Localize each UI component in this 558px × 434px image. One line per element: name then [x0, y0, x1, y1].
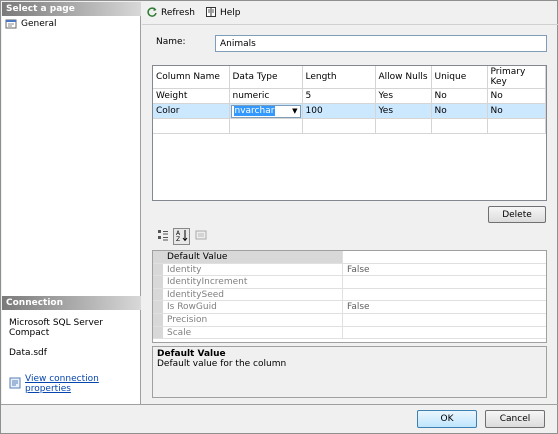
chevron-down-icon[interactable]: ▼: [292, 107, 297, 115]
property-name: IdentityIncrement: [163, 276, 343, 288]
property-category-value[interactable]: [343, 251, 546, 263]
categorized-button[interactable]: [154, 228, 171, 245]
categorized-icon: [157, 229, 169, 244]
property-grid: Default Value Identity False IdentityInc…: [152, 250, 547, 343]
cell-empty[interactable]: [153, 118, 230, 134]
cell-empty[interactable]: [302, 118, 376, 134]
alphabetical-button[interactable]: AZ: [173, 228, 190, 245]
cancel-button[interactable]: Cancel: [485, 410, 545, 428]
description-text: Default value for the column: [157, 359, 287, 369]
property-value[interactable]: False: [343, 301, 546, 313]
property-name: Scale: [163, 326, 343, 339]
property-category-name: Default Value: [163, 251, 343, 263]
row-gutter: [153, 288, 163, 301]
property-value[interactable]: [343, 289, 546, 301]
row-gutter: [153, 313, 163, 326]
refresh-label: Refresh: [161, 8, 195, 18]
view-connection-properties-link[interactable]: View connection properties: [9, 374, 140, 394]
property-row[interactable]: IdentitySeed: [153, 288, 546, 302]
toolbar-divider: [142, 24, 558, 25]
cell-column-name[interactable]: Weight: [153, 88, 230, 104]
header-allow-nulls[interactable]: Allow Nulls: [375, 66, 432, 89]
property-name: Is RowGuid: [163, 301, 343, 313]
data-type-value: nvarchar: [233, 106, 276, 116]
cell-data-type[interactable]: nvarchar ▼: [229, 103, 303, 119]
delete-button[interactable]: Delete: [488, 206, 546, 223]
header-data-type[interactable]: Data Type: [229, 66, 303, 89]
property-name: Identity: [163, 263, 343, 276]
property-row[interactable]: Identity False: [153, 263, 546, 277]
table-row[interactable]: Weight numeric 5 Yes No No: [153, 88, 546, 104]
cell-empty[interactable]: [487, 118, 546, 134]
grid-header-row: Column Name Data Type Length Allow Nulls…: [153, 66, 546, 89]
sort-az-icon: AZ: [176, 229, 188, 245]
property-name: IdentitySeed: [163, 288, 343, 301]
help-label: Help: [220, 8, 241, 18]
header-length[interactable]: Length: [302, 66, 376, 89]
cell-column-name[interactable]: Color: [153, 103, 230, 119]
property-toolbar: AZ: [154, 228, 209, 245]
cell-data-type[interactable]: numeric: [229, 88, 303, 104]
cell-empty[interactable]: [375, 118, 432, 134]
page-icon: [5, 18, 18, 29]
connection-header: Connection: [2, 296, 141, 310]
footer-divider: [1, 404, 558, 405]
description-title: Default Value: [157, 349, 226, 359]
row-gutter: [153, 301, 163, 313]
cell-empty[interactable]: [229, 118, 303, 134]
row-gutter: [153, 276, 163, 288]
header-column-name[interactable]: Column Name: [153, 66, 230, 89]
property-value[interactable]: False: [343, 264, 546, 276]
property-description-panel: Default Value Default value for the colu…: [152, 346, 547, 398]
toolbar: Refresh Help: [146, 5, 241, 21]
help-book-icon: [205, 6, 217, 21]
name-label: Name:: [156, 37, 186, 47]
svg-text:Z: Z: [176, 236, 180, 242]
properties-icon: [9, 377, 21, 392]
columns-grid: Column Name Data Type Length Allow Nulls…: [152, 65, 547, 201]
row-gutter: [153, 263, 163, 276]
row-gutter: [153, 326, 163, 339]
cell-primary-key[interactable]: No: [487, 88, 546, 104]
cell-allow-nulls[interactable]: Yes: [375, 88, 432, 104]
left-pane: Select a page General Connection Microso…: [2, 2, 141, 404]
property-pages-button[interactable]: [192, 228, 209, 245]
page-item-general[interactable]: General: [5, 17, 56, 30]
property-row[interactable]: Is RowGuid False: [153, 301, 546, 314]
property-row[interactable]: IdentityIncrement: [153, 276, 546, 289]
table-row-selected[interactable]: Color nvarchar ▼ 100 Yes No No: [153, 103, 546, 119]
property-value[interactable]: [343, 276, 546, 288]
property-row[interactable]: Scale: [153, 326, 546, 340]
property-pages-icon: [195, 229, 207, 244]
header-unique[interactable]: Unique: [431, 66, 488, 89]
refresh-icon: [146, 6, 158, 21]
dialog-window: Select a page General Connection Microso…: [0, 0, 558, 434]
view-connection-properties-label: View connection properties: [25, 374, 99, 394]
server-name: Microsoft SQL Server Compact: [9, 318, 104, 338]
data-type-dropdown[interactable]: nvarchar ▼: [230, 104, 301, 118]
row-gutter: [153, 251, 163, 263]
cell-primary-key[interactable]: No: [487, 103, 546, 119]
cell-length[interactable]: 100: [302, 103, 376, 119]
refresh-button[interactable]: Refresh: [146, 6, 195, 21]
property-name: Precision: [163, 313, 343, 326]
cell-unique[interactable]: No: [431, 88, 488, 104]
cell-length[interactable]: 5: [302, 88, 376, 104]
page-item-label: General: [21, 18, 57, 29]
help-button[interactable]: Help: [205, 6, 241, 21]
select-page-header: Select a page: [2, 2, 141, 16]
property-value[interactable]: [343, 327, 546, 339]
table-name-input[interactable]: [215, 35, 547, 52]
header-primary-key[interactable]: Primary Key: [487, 66, 546, 89]
cell-unique[interactable]: No: [431, 103, 488, 119]
empty-new-row[interactable]: [153, 118, 546, 134]
cell-allow-nulls[interactable]: Yes: [375, 103, 432, 119]
database-name: Data.sdf: [9, 348, 47, 358]
cell-empty[interactable]: [431, 118, 488, 134]
property-row[interactable]: Precision: [153, 313, 546, 327]
property-value[interactable]: [343, 314, 546, 326]
property-category-row[interactable]: Default Value: [153, 251, 546, 264]
ok-button[interactable]: OK: [417, 410, 477, 428]
